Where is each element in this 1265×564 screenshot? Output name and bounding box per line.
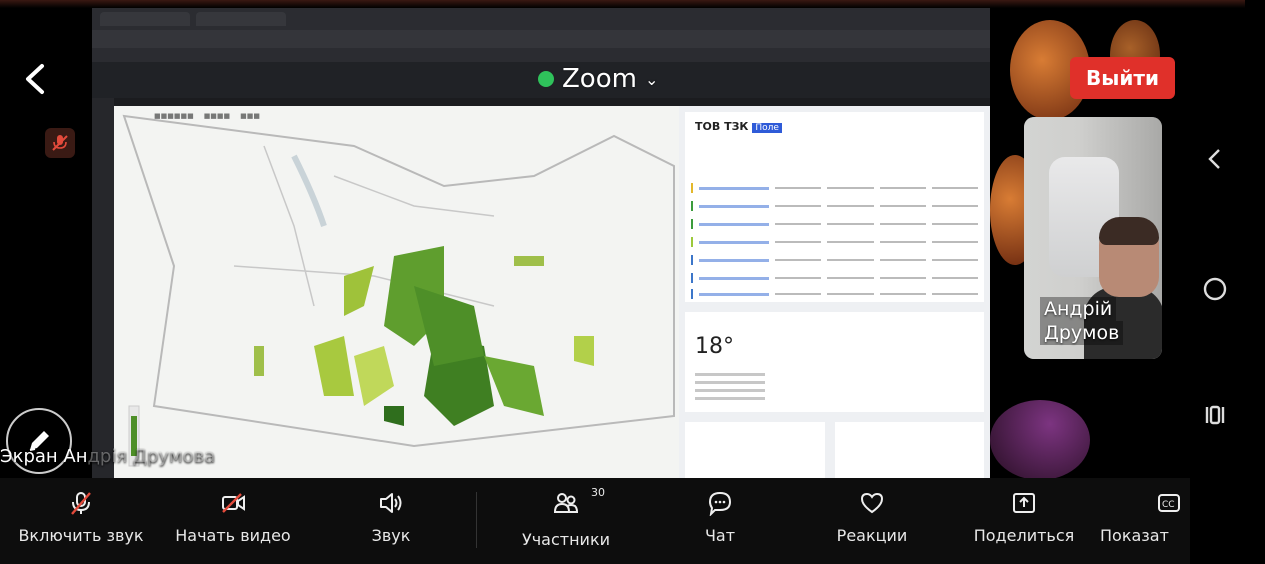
speaker-icon (380, 493, 402, 513)
participants-button[interactable]: 30 Участники (510, 486, 622, 554)
participants-count: 30 (591, 486, 605, 499)
participants-label: Участники (521, 530, 611, 549)
reactions-button[interactable]: Реакции (824, 490, 920, 554)
heart-icon (860, 492, 884, 514)
unmute-button[interactable]: Включить звук (8, 490, 154, 554)
chevron-down-icon: ⌄ (644, 69, 659, 89)
circle-home-icon (1203, 277, 1227, 301)
participant-video-tile[interactable]: Андрій Друмов (1024, 117, 1162, 359)
recent-apps-icon (1205, 405, 1225, 425)
back-button[interactable] (20, 62, 52, 96)
share-label: Поделиться (973, 526, 1075, 545)
share-button[interactable]: Поделиться (962, 490, 1086, 554)
nav-recent-button[interactable] (1190, 402, 1240, 428)
stats-card (835, 422, 984, 478)
table-row (691, 288, 978, 300)
panel-title-selection: Поле (752, 123, 782, 133)
chevron-left-icon (26, 64, 44, 94)
unmute-label: Включить звук (18, 526, 144, 545)
screen-edge (1245, 0, 1265, 564)
map-drawing (122, 114, 675, 467)
start-video-label: Начать видео (175, 526, 291, 545)
field-map: ■■■■■■ ■■■■ ■■■ (114, 106, 679, 478)
screen-share-caption-text: Экран Ан (0, 446, 88, 467)
shared-app-sidebar (92, 98, 114, 478)
participant-name-line: Андрій (1040, 297, 1117, 321)
nav-back-button[interactable] (1190, 146, 1240, 172)
nav-home-button[interactable] (1190, 276, 1240, 302)
table-row (691, 272, 978, 284)
notes-card (685, 422, 825, 478)
participants-icon-wrap: 30 (553, 486, 605, 520)
meeting-title-menu[interactable]: Zoom ⌄ (538, 64, 658, 94)
mic-muted-icon (71, 492, 91, 515)
browser-address-bar (92, 30, 990, 48)
start-video-button[interactable]: Начать видео (162, 490, 304, 554)
chevron-left-icon (1208, 149, 1220, 169)
map-tab[interactable]: ■■■■■■ (154, 112, 194, 120)
video-off-icon (222, 493, 245, 513)
panel-title: ТОВ ТЗК Поле (695, 120, 782, 133)
table-row (691, 200, 978, 212)
audio-button[interactable]: Звук (346, 490, 436, 554)
map-tab[interactable]: ■■■ (240, 112, 260, 120)
participant-name: Андрій Друмов (1040, 297, 1124, 345)
chat-button[interactable]: Чат (680, 490, 760, 554)
leave-button[interactable]: Выйти (1070, 57, 1175, 99)
mic-muted-icon (45, 128, 75, 158)
company-summary-card: ТОВ ТЗК Поле (685, 112, 984, 302)
svg-text:CC: CC (1162, 500, 1175, 510)
map-tab[interactable]: ■■■■ (204, 112, 230, 120)
table-row (691, 254, 978, 266)
meeting-title: Zoom (562, 64, 637, 94)
browser-tab (100, 12, 190, 26)
panel-title-text: ТОВ ТЗК (695, 120, 749, 133)
browser-bookmarks-bar (92, 48, 990, 62)
captions-label: Показат (1100, 526, 1169, 545)
table-row (691, 236, 978, 248)
map-layer-tabs: ■■■■■■ ■■■■ ■■■ (154, 112, 260, 120)
temperature-value: 18° (695, 334, 734, 359)
participants-icon (553, 493, 579, 513)
weather-card: 18° (685, 312, 984, 412)
status-bar-area (0, 0, 1265, 8)
participant-name-line: Друмов (1040, 321, 1124, 345)
encryption-status-icon (538, 71, 554, 87)
meeting-toolbar: Включить звук Начать видео Звук 30 Участ… (0, 478, 1190, 564)
chat-icon (708, 491, 732, 516)
background-decoration (990, 400, 1090, 480)
zoom-meeting-screen: ■■■■■■ ■■■■ ■■■ ТОВ ТЗК Поле 18° Zoom ⌄ … (0, 0, 1265, 564)
browser-tab (196, 12, 286, 26)
toolbar-divider (476, 492, 477, 548)
table-row (691, 218, 978, 230)
reactions-label: Реакции (836, 526, 908, 545)
share-screen-icon (1013, 493, 1035, 513)
audio-label: Звук (371, 526, 411, 545)
field-info-panel: ТОВ ТЗК Поле 18° (679, 106, 990, 478)
browser-tab-strip (92, 8, 990, 30)
captions-button[interactable]: CC Показат (1100, 490, 1190, 554)
screen-share-caption-faded: дрія Друмова (87, 446, 216, 467)
chat-label: Чат (704, 526, 736, 545)
screen-share-caption: Экран Андрія Друмова (0, 446, 215, 467)
weather-forecast (695, 368, 765, 405)
closed-captions-icon: CC (1158, 494, 1180, 512)
table-row (691, 182, 978, 194)
